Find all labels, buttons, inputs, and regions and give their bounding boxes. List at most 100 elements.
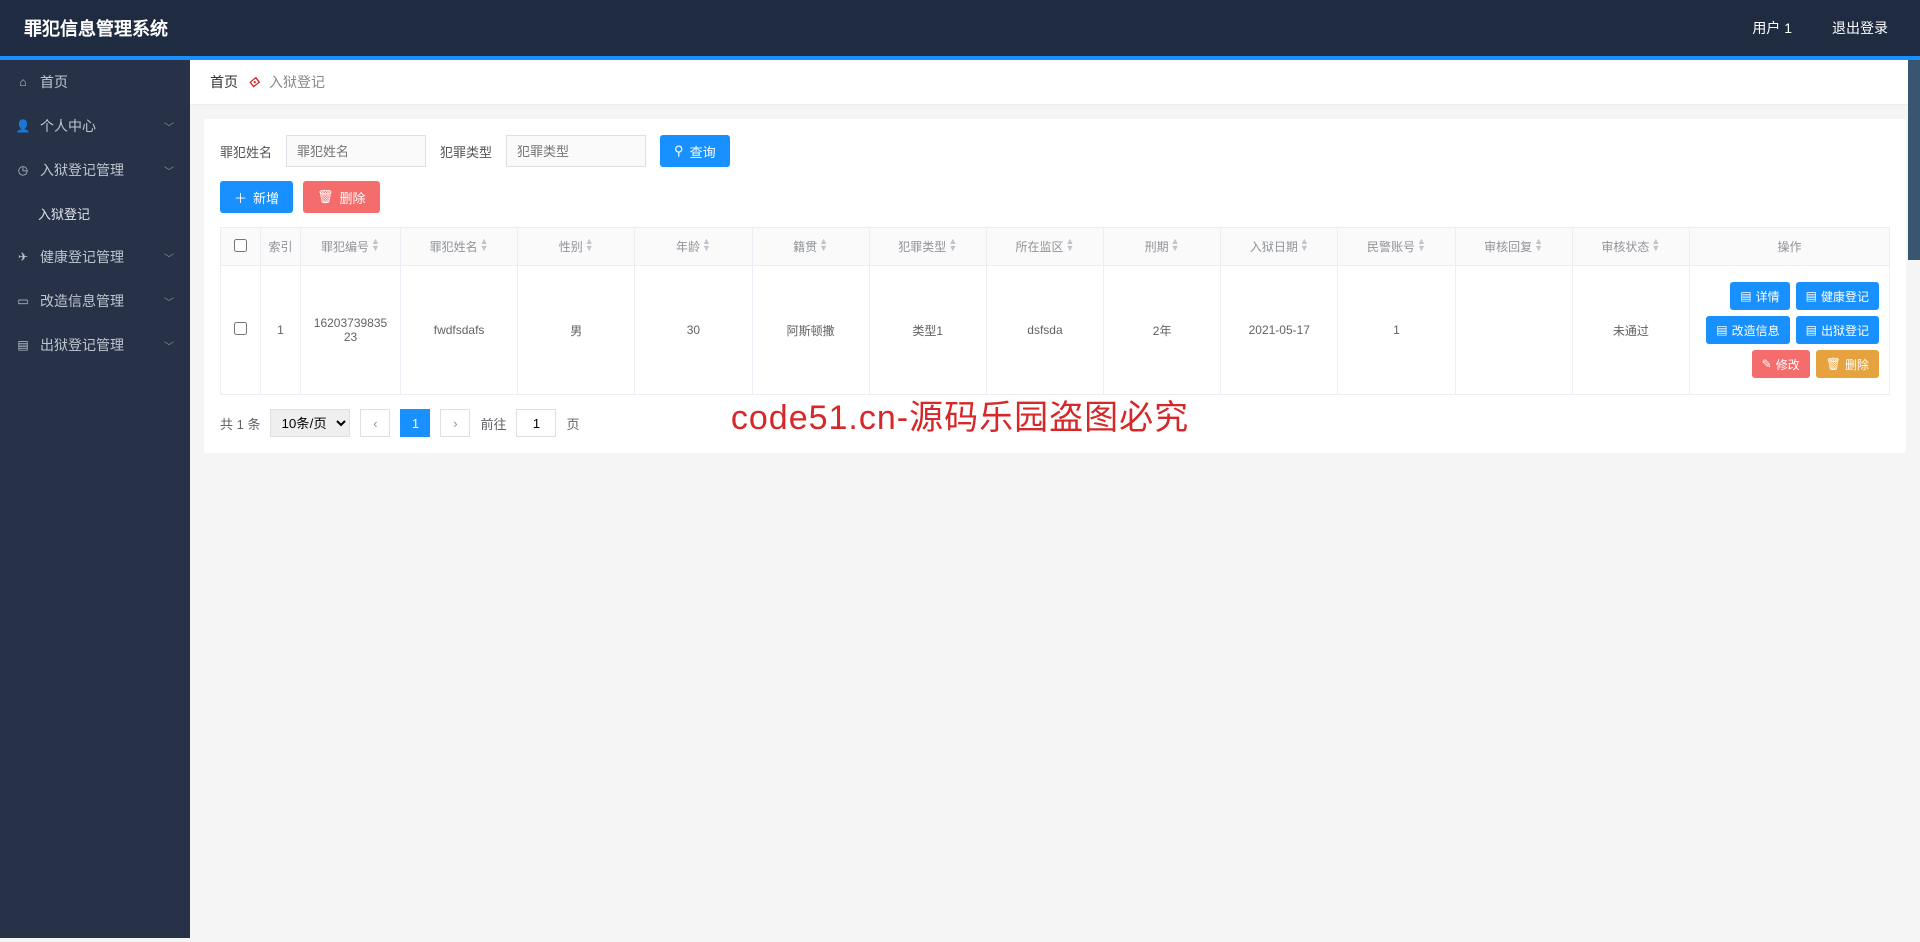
main-content: 首页 ⟐ 入狱登记 罪犯姓名 犯罪类型 ⚲ 查询 ＋ 新增 bbox=[190, 60, 1920, 938]
checkbox-all[interactable] bbox=[234, 239, 247, 252]
sidebar-item-reform[interactable]: ▭ 改造信息管理 ﹀ bbox=[0, 279, 190, 323]
sidebar-item-home[interactable]: ⌂ 首页 bbox=[0, 60, 190, 104]
th-term[interactable]: 刑期▲▼ bbox=[1104, 228, 1221, 266]
th-reply[interactable]: 审核回复▲▼ bbox=[1455, 228, 1572, 266]
user-icon: 👤 bbox=[16, 119, 30, 133]
pager-goto-input[interactable] bbox=[516, 409, 556, 437]
doc-icon: ▤ bbox=[1740, 289, 1751, 303]
pager-prev[interactable]: ‹ bbox=[360, 409, 390, 437]
th-zone[interactable]: 所在监区▲▼ bbox=[986, 228, 1103, 266]
doc-icon: ▤ bbox=[1716, 323, 1727, 337]
sort-icon: ▲▼ bbox=[702, 238, 711, 252]
sidebar-item-label: 入狱登记 bbox=[38, 204, 90, 223]
edit-icon: ✎ bbox=[1762, 357, 1772, 371]
release-button[interactable]: ▤出狱登记 bbox=[1796, 316, 1879, 344]
label-type: 犯罪类型 bbox=[440, 142, 492, 161]
th-type[interactable]: 犯罪类型▲▼ bbox=[869, 228, 986, 266]
clock-icon: ◷ bbox=[16, 163, 30, 177]
chevron-down-icon: ﹀ bbox=[164, 250, 174, 265]
th-age[interactable]: 年龄▲▼ bbox=[635, 228, 752, 266]
sort-icon: ▲▼ bbox=[1417, 238, 1426, 252]
table-row: 1 1620373983523 fwdfsdafs 男 30 阿斯顿撒 类型1 … bbox=[221, 266, 1890, 395]
logout-link[interactable]: 退出登录 bbox=[1824, 12, 1896, 44]
doc-icon: ▤ bbox=[1806, 289, 1817, 303]
th-status[interactable]: 审核状态▲▼ bbox=[1572, 228, 1689, 266]
breadcrumb-current: 入狱登记 bbox=[269, 72, 325, 92]
delete-button[interactable]: 🗑 删除 bbox=[303, 181, 380, 213]
chevron-down-icon: ﹀ bbox=[164, 338, 174, 353]
data-table: 索引 罪犯编号▲▼ 罪犯姓名▲▼ 性别▲▼ 年龄▲▼ 籍贯▲▼ 犯罪类型▲▼ 所… bbox=[220, 227, 1890, 395]
file-icon: ▤ bbox=[16, 338, 30, 352]
pager-page-1[interactable]: 1 bbox=[400, 409, 430, 437]
sidebar-item-label: 改造信息管理 bbox=[40, 291, 124, 311]
pager-goto-suffix: 页 bbox=[566, 414, 579, 433]
cell-age: 30 bbox=[635, 266, 752, 395]
sidebar-item-health[interactable]: ✈ 健康登记管理 ﹀ bbox=[0, 235, 190, 279]
plane-icon: ✈ bbox=[16, 250, 30, 264]
pager-next[interactable]: › bbox=[440, 409, 470, 437]
input-prisoner-name[interactable] bbox=[286, 135, 426, 167]
breadcrumb-icon: ⟐ bbox=[248, 74, 259, 91]
cell-reply bbox=[1455, 266, 1572, 395]
cell-name: fwdfsdafs bbox=[401, 266, 518, 395]
window-icon: ▭ bbox=[16, 294, 30, 308]
cell-term: 2年 bbox=[1104, 266, 1221, 395]
cell-date: 2021-05-17 bbox=[1221, 266, 1338, 395]
sort-icon: ▲▼ bbox=[948, 238, 957, 252]
sort-icon: ▲▼ bbox=[1651, 238, 1660, 252]
cell-type: 类型1 bbox=[869, 266, 986, 395]
sidebar-item-label: 出狱登记管理 bbox=[40, 335, 124, 355]
plus-icon: ＋ bbox=[234, 188, 247, 207]
detail-button[interactable]: ▤详情 bbox=[1730, 282, 1789, 310]
sidebar-item-admission-sub[interactable]: 入狱登记 bbox=[0, 192, 190, 235]
sidebar-item-release[interactable]: ▤ 出狱登记管理 ﹀ bbox=[0, 323, 190, 367]
doc-icon: ▤ bbox=[1806, 323, 1817, 337]
accent-strip bbox=[0, 56, 1920, 60]
th-op: 操作 bbox=[1690, 228, 1890, 266]
input-crime-type[interactable] bbox=[506, 135, 646, 167]
th-date[interactable]: 入狱日期▲▼ bbox=[1221, 228, 1338, 266]
sidebar-item-admission[interactable]: ◷ 入狱登记管理 ﹀ bbox=[0, 148, 190, 192]
search-icon: ⚲ bbox=[674, 143, 684, 159]
th-sex[interactable]: 性别▲▼ bbox=[518, 228, 635, 266]
table-header-row: 索引 罪犯编号▲▼ 罪犯姓名▲▼ 性别▲▼ 年龄▲▼ 籍贯▲▼ 犯罪类型▲▼ 所… bbox=[221, 228, 1890, 266]
sidebar-item-label: 健康登记管理 bbox=[40, 247, 124, 267]
home-icon: ⌂ bbox=[16, 75, 30, 89]
pager-total: 共 1 条 bbox=[220, 414, 260, 433]
chevron-down-icon: ﹀ bbox=[164, 163, 174, 178]
sidebar-item-label: 个人中心 bbox=[40, 116, 96, 136]
cell-sex: 男 bbox=[518, 266, 635, 395]
edit-button[interactable]: ✎修改 bbox=[1752, 350, 1810, 378]
query-button[interactable]: ⚲ 查询 bbox=[660, 135, 730, 167]
cell-zone: dsfsda bbox=[986, 266, 1103, 395]
th-num[interactable]: 罪犯编号▲▼ bbox=[301, 228, 401, 266]
pager-size-select[interactable]: 10条/页 bbox=[270, 409, 350, 437]
sort-icon: ▲▼ bbox=[1171, 238, 1180, 252]
cell-origin: 阿斯顿撒 bbox=[752, 266, 869, 395]
sort-icon: ▲▼ bbox=[1534, 238, 1543, 252]
checkbox-row[interactable] bbox=[234, 322, 247, 335]
cell-status: 未通过 bbox=[1572, 266, 1689, 395]
th-index: 索引 bbox=[261, 228, 301, 266]
reform-button[interactable]: ▤改造信息 bbox=[1706, 316, 1789, 344]
cell-idx: 1 bbox=[261, 266, 301, 395]
th-police[interactable]: 民警账号▲▼ bbox=[1338, 228, 1455, 266]
chevron-down-icon: ﹀ bbox=[164, 119, 174, 134]
sidebar: ⌂ 首页 👤 个人中心 ﹀ ◷ 入狱登记管理 ﹀ 入狱登记 ✈ 健康登记管理 ﹀… bbox=[0, 60, 190, 938]
row-delete-button[interactable]: 🗑删除 bbox=[1816, 350, 1879, 378]
pager-goto-label: 前往 bbox=[480, 414, 506, 433]
add-button[interactable]: ＋ 新增 bbox=[220, 181, 293, 213]
health-button[interactable]: ▤健康登记 bbox=[1796, 282, 1879, 310]
sort-icon: ▲▼ bbox=[819, 238, 828, 252]
trash-icon: 🗑 bbox=[1826, 357, 1841, 371]
sidebar-item-profile[interactable]: 👤 个人中心 ﹀ bbox=[0, 104, 190, 148]
sort-icon: ▲▼ bbox=[1065, 238, 1074, 252]
app-header: 罪犯信息管理系统 用户 1 退出登录 bbox=[0, 0, 1920, 56]
th-origin[interactable]: 籍贯▲▼ bbox=[752, 228, 869, 266]
header-user[interactable]: 用户 1 bbox=[1744, 12, 1800, 44]
content-panel: 罪犯姓名 犯罪类型 ⚲ 查询 ＋ 新增 🗑 删除 bbox=[204, 119, 1906, 453]
th-name[interactable]: 罪犯姓名▲▼ bbox=[401, 228, 518, 266]
label-name: 罪犯姓名 bbox=[220, 142, 272, 161]
breadcrumb-home[interactable]: 首页 bbox=[210, 72, 238, 92]
pagination: 共 1 条 10条/页 ‹ 1 › 前往 页 bbox=[220, 409, 1890, 437]
